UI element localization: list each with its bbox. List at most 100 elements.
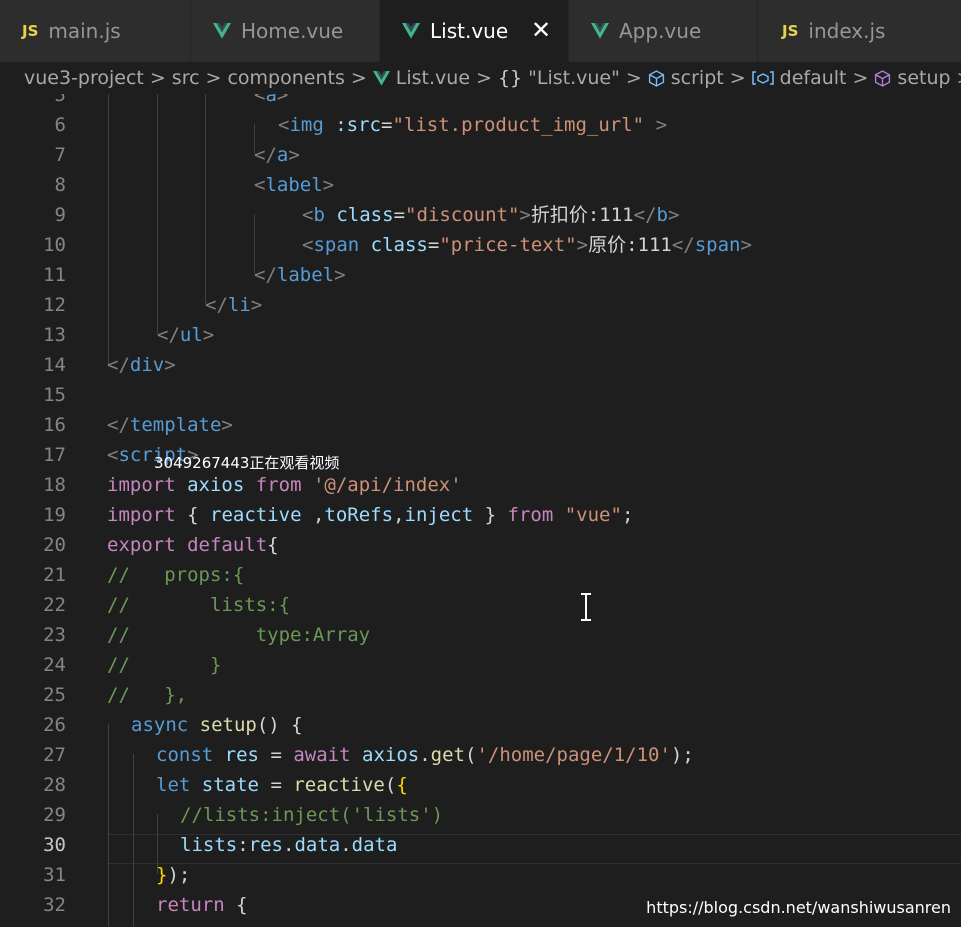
tab-label: Home.vue	[241, 19, 344, 43]
line-code: // type:Array	[107, 624, 371, 646]
editor-tab-bar: JS main.js Home.vue List.vue ✕ App.vue J…	[0, 0, 961, 62]
code-line-current[interactable]: 30 lists:res.data.data	[0, 830, 961, 860]
viewer-overlay-text: 3049267443正在观看视频	[154, 454, 340, 472]
vue-file-icon	[402, 23, 420, 39]
line-number: 18	[43, 474, 66, 496]
breadcrumb-item-default[interactable]: default	[751, 67, 847, 89]
code-line[interactable]: 6 <img :src="list.product_img_url" >	[0, 110, 961, 140]
code-line[interactable]: 21 // props:{	[0, 560, 961, 590]
line-number: 14	[43, 354, 66, 376]
tab-index-js[interactable]: JS index.js	[758, 0, 961, 62]
line-number: 16	[43, 414, 66, 436]
code-line[interactable]: 27 const res = await axios.get('/home/pa…	[0, 740, 961, 770]
code-line[interactable]: 15	[0, 380, 961, 410]
line-number: 8	[54, 174, 66, 196]
code-line[interactable]: 20 export default{	[0, 530, 961, 560]
code-line[interactable]: 31 });	[0, 860, 961, 890]
code-line[interactable]: 28 let state = reactive({	[0, 770, 961, 800]
chevron-right-icon: >	[625, 67, 642, 89]
code-line[interactable]: 5 <a>	[0, 94, 961, 110]
breadcrumb-item-script[interactable]: script	[648, 67, 724, 89]
tab-label: List.vue	[430, 19, 509, 43]
chevron-right-icon: >	[476, 67, 492, 89]
tab-label: main.js	[48, 19, 121, 43]
line-number: 19	[43, 504, 66, 526]
tab-label: App.vue	[619, 19, 702, 43]
watermark: https://blog.csdn.net/wanshiwusanren	[646, 898, 951, 917]
line-number: 15	[43, 384, 66, 406]
code-line[interactable]: 22 // lists:{	[0, 590, 961, 620]
line-code: </template>	[107, 414, 233, 436]
code-line[interactable]: 23 // type:Array	[0, 620, 961, 650]
line-number: 10	[43, 234, 66, 256]
line-code: </li>	[205, 294, 263, 316]
vue-file-icon	[213, 23, 231, 39]
tab-list-vue[interactable]: List.vue ✕	[380, 0, 568, 62]
line-code: </ul>	[157, 324, 215, 346]
line-number: 29	[43, 804, 66, 826]
js-file-icon: JS	[22, 22, 39, 40]
code-line[interactable]: 24 // }	[0, 650, 961, 680]
line-code: lists:res.data.data	[180, 834, 398, 856]
breadcrumb-item-file[interactable]: List.vue	[372, 67, 470, 89]
chevron-right-icon: >	[729, 67, 746, 89]
line-code: import { reactive ,toRefs,inject } from …	[107, 504, 634, 526]
line-number: 20	[43, 534, 66, 556]
line-code: import axios from '@/api/index'	[107, 474, 462, 496]
line-number: 24	[43, 654, 66, 676]
tab-main-js[interactable]: JS main.js	[0, 0, 190, 62]
code-line[interactable]: 9 <b class="discount">折扣价:111</b>	[0, 200, 961, 230]
code-line[interactable]: 25 // },	[0, 680, 961, 710]
close-icon[interactable]: ✕	[528, 17, 554, 43]
line-number: 17	[43, 444, 66, 466]
line-number: 6	[54, 114, 66, 136]
code-line[interactable]: 8 <label>	[0, 170, 961, 200]
line-number: 26	[43, 714, 66, 736]
code-line[interactable]: 17 <script>	[0, 440, 961, 470]
chevron-right-icon: >	[149, 67, 166, 89]
breadcrumb-item-src[interactable]: src	[172, 67, 200, 89]
line-code: </a>	[254, 144, 300, 166]
line-code: const res = await axios.get('/home/page/…	[156, 744, 694, 766]
line-number: 31	[43, 864, 66, 886]
code-line[interactable]: 12 </li>	[0, 290, 961, 320]
line-number: 23	[43, 624, 66, 646]
breadcrumb-item-project[interactable]: vue3-project	[24, 67, 144, 89]
chevron-right-icon: >	[350, 67, 367, 89]
code-line[interactable]: 29 //lists:inject('lists')	[0, 800, 961, 830]
code-line[interactable]: 13 </ul>	[0, 320, 961, 350]
code-line[interactable]: 19 import { reactive ,toRefs,inject } fr…	[0, 500, 961, 530]
breadcrumb: vue3-project > src > components > List.v…	[0, 62, 961, 94]
code-line[interactable]: 10 <span class="price-text">原价:111</span…	[0, 230, 961, 260]
cube-icon	[648, 69, 665, 87]
vue-file-icon	[372, 70, 390, 86]
code-line[interactable]: 11 </label>	[0, 260, 961, 290]
line-code: // },	[107, 684, 188, 706]
code-line[interactable]: 26 async setup() {	[0, 710, 961, 740]
line-number: 30	[43, 834, 66, 856]
chevron-right-icon: >	[205, 67, 222, 89]
chevron-right-icon: >	[852, 67, 869, 89]
breadcrumb-item-module[interactable]: {} "List.vue"	[498, 67, 620, 89]
line-number: 11	[43, 264, 66, 286]
code-editor[interactable]: 5 <a> 6 <img :src="list.product_img_url"…	[0, 94, 961, 927]
code-line[interactable]: 18 import axios from '@/api/index'	[0, 470, 961, 500]
line-code: </div>	[107, 354, 176, 376]
breadcrumb-item-components[interactable]: components	[227, 67, 344, 89]
code-line[interactable]: 16 </template>	[0, 410, 961, 440]
line-code: // props:{	[107, 564, 245, 586]
line-code: <span class="price-text">原价:111</span>	[302, 234, 752, 256]
line-number: 13	[43, 324, 66, 346]
code-line[interactable]: 7 </a>	[0, 140, 961, 170]
tab-app-vue[interactable]: App.vue	[569, 0, 757, 62]
tab-label: index.js	[808, 19, 886, 43]
breadcrumb-item-setup[interactable]: setup	[874, 67, 951, 89]
line-code: <img :src="list.product_img_url" >	[278, 114, 668, 136]
line-number: 28	[43, 774, 66, 796]
line-number: 9	[54, 204, 66, 226]
line-code: let state = reactive({	[156, 774, 408, 796]
code-line[interactable]: 14 </div>	[0, 350, 961, 380]
line-code: </label>	[254, 264, 346, 286]
line-number: 32	[43, 894, 66, 916]
tab-home-vue[interactable]: Home.vue	[191, 0, 379, 62]
